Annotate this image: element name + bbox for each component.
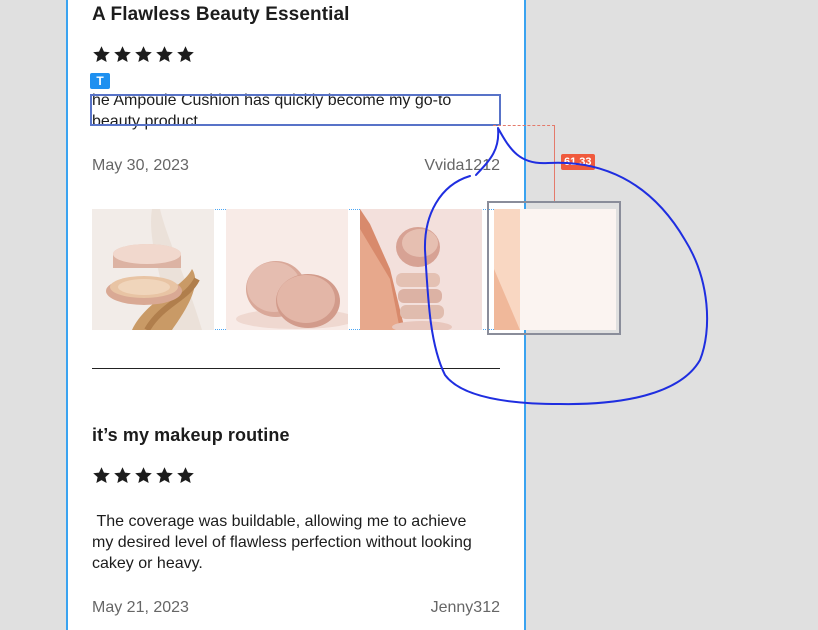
star-rating bbox=[92, 466, 195, 485]
review-body-text: The coverage was buildable, allowing me … bbox=[92, 513, 477, 572]
review-divider bbox=[92, 368, 500, 369]
spacing-guide-horizontal bbox=[493, 125, 555, 126]
star-icon bbox=[176, 466, 195, 485]
review-username: Jenny312 bbox=[430, 599, 500, 616]
spacing-guide-vertical bbox=[554, 125, 555, 201]
review-date: May 30, 2023 bbox=[92, 157, 189, 174]
star-icon bbox=[134, 45, 153, 64]
selected-image-box[interactable] bbox=[487, 201, 621, 335]
cushion-with-ribbon-photo[interactable] bbox=[92, 209, 214, 330]
star-icon bbox=[134, 466, 153, 485]
star-icon bbox=[113, 45, 132, 64]
star-icon bbox=[155, 45, 174, 64]
review-username: Vvida1212 bbox=[424, 157, 500, 174]
stacked-compacts-photo[interactable] bbox=[360, 209, 482, 330]
star-rating bbox=[92, 45, 195, 64]
two-compacts-photo[interactable] bbox=[226, 209, 348, 330]
star-icon bbox=[113, 466, 132, 485]
star-icon bbox=[155, 466, 174, 485]
star-icon bbox=[176, 45, 195, 64]
star-icon bbox=[92, 45, 111, 64]
star-icon bbox=[92, 466, 111, 485]
review-title: it’s my makeup routine bbox=[92, 425, 290, 445]
measurement-badge: 61.33 bbox=[561, 154, 595, 170]
text-selection-box[interactable] bbox=[90, 94, 501, 126]
review-title: A Flawless Beauty Essential bbox=[92, 4, 350, 25]
review-date: May 21, 2023 bbox=[92, 599, 189, 616]
text-tool-icon[interactable]: T bbox=[90, 73, 110, 89]
